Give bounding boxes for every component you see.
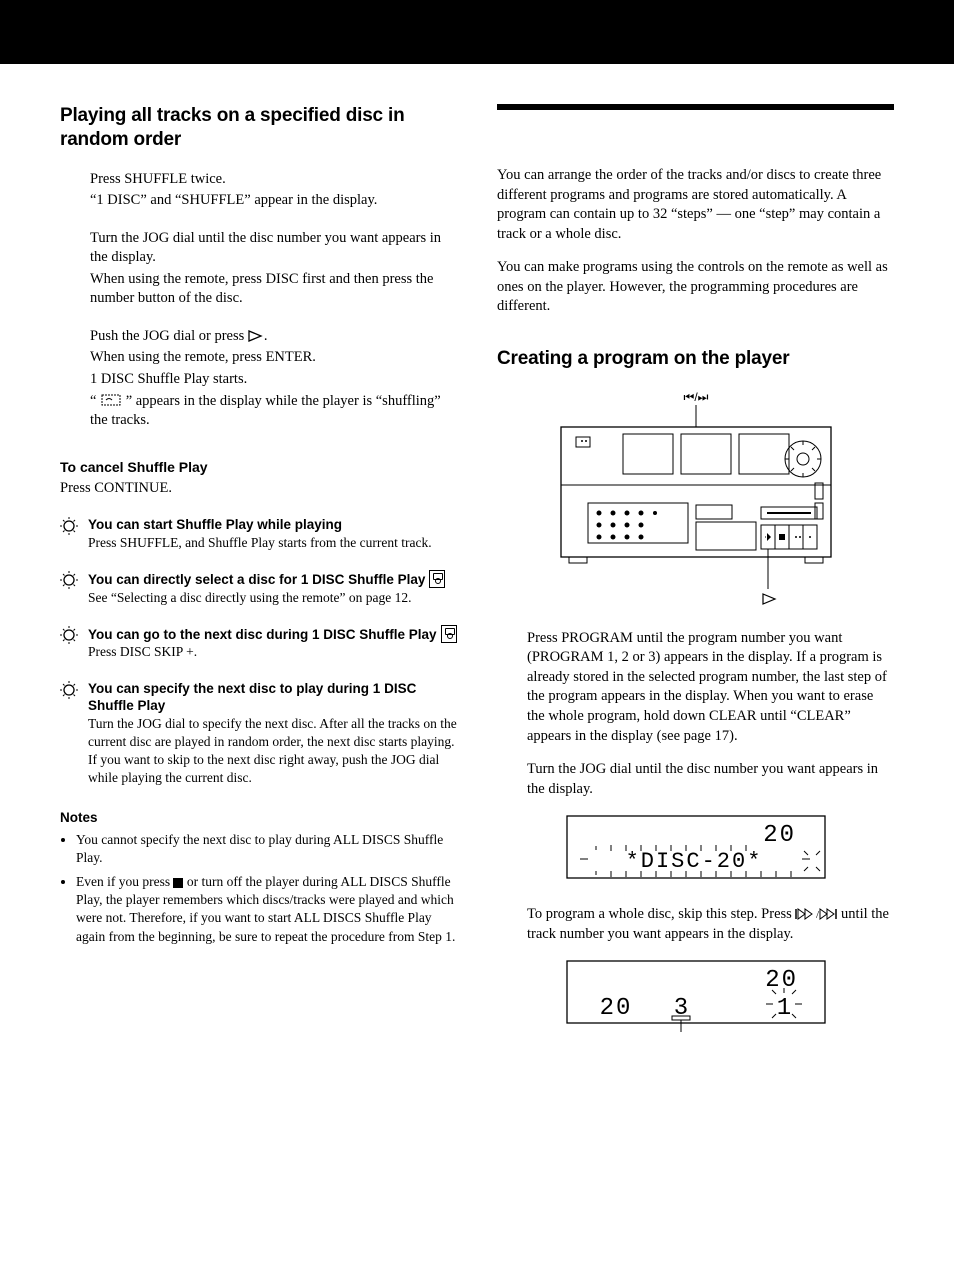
notes-list: You cannot specify the next disc to play… (60, 831, 457, 946)
display1-text: *DISC-20* (625, 849, 762, 874)
right-step-2: Turn the JOG dial until the disc number … (527, 760, 894, 799)
step1-line1: Press SHUFFLE twice. (90, 170, 457, 190)
display2-right-bottom: 1 (776, 995, 790, 1022)
step2-line1: Turn the JOG dial until the disc number … (90, 229, 457, 268)
svg-text:/: / (816, 909, 820, 920)
step1-line2: “1 DISC” and “SHUFFLE” appear in the dis… (90, 191, 457, 211)
note2-pre: Even if you press (76, 874, 173, 889)
display-1-wrap: 20 *DISC-20* (497, 815, 894, 885)
tip4-body: Turn the JOG dial to specify the next di… (88, 715, 457, 788)
diagram-top-label: ⏮/⏭ (683, 390, 708, 404)
section-title-right: Creating a program on the player (497, 347, 894, 371)
tip4-title: You can specify the next disc to play du… (88, 680, 457, 715)
header-bar (0, 0, 954, 64)
stop-icon (173, 878, 183, 888)
lightbulb-icon (60, 516, 80, 552)
step3-post: . (264, 328, 268, 344)
tip3-body: Press DISC SKIP +. (88, 643, 457, 661)
notes-title: Notes (60, 810, 457, 825)
lightbulb-icon (60, 570, 80, 607)
step-2: Turn the JOG dial until the disc number … (90, 229, 457, 309)
step3-pre-r: To program a whole disc, skip this step.… (527, 906, 795, 922)
tip-1: You can start Shuffle Play while playing… (60, 516, 457, 552)
lightbulb-icon (60, 680, 80, 788)
note-2: Even if you press or turn off the player… (76, 873, 457, 946)
tip1-body: Press SHUFFLE, and Shuffle Play starts f… (88, 534, 457, 552)
right-step-3: To program a whole disc, skip this step.… (527, 905, 894, 944)
play-icon (248, 330, 264, 342)
display2-right-top: 20 (765, 967, 798, 994)
lightbulb-icon (60, 625, 80, 662)
tip2-title: You can directly select a disc for 1 DIS… (88, 570, 457, 589)
display-1: 20 *DISC-20* (566, 815, 826, 885)
player-diagram: ⏮/⏭ (541, 389, 851, 609)
section-title-left: Playing all tracks on a specified disc i… (60, 104, 457, 152)
tip-2: You can directly select a disc for 1 DIS… (60, 570, 457, 607)
tip2-title-text: You can directly select a disc for 1 DIS… (88, 572, 425, 587)
note-1: You cannot specify the next disc to play… (76, 831, 457, 867)
player-diagram-wrap: ⏮/⏭ (497, 389, 894, 609)
step3-pre: Push the JOG dial or press (90, 328, 248, 344)
intro-2: You can make programs using the controls… (497, 258, 894, 317)
step3-line1: Push the JOG dial or press . (90, 327, 457, 347)
tip2-body: See “Selecting a disc directly using the… (88, 589, 457, 607)
right-column: You can arrange the order of the tracks … (497, 104, 894, 1054)
left-column: Playing all tracks on a specified disc i… (60, 104, 457, 1054)
cancel-title: To cancel Shuffle Play (60, 459, 457, 475)
main-content: Playing all tracks on a specified disc i… (0, 64, 954, 1054)
step3-line4: “ ” appears in the display while the pla… (90, 392, 457, 431)
shuffle-icon (100, 393, 122, 407)
cancel-body: Press CONTINUE. (60, 479, 457, 499)
prev-next-icon: / (795, 908, 837, 920)
step3-line2: When using the remote, press ENTER. (90, 348, 457, 368)
step-1: Press SHUFFLE twice. “1 DISC” and “SHUFF… (90, 170, 457, 211)
tip3-title: You can go to the next disc during 1 DIS… (88, 625, 457, 644)
tip-4: You can specify the next disc to play du… (60, 680, 457, 788)
remote-icon (441, 625, 457, 643)
display-2-wrap: 20 20 3 1 (497, 960, 894, 1034)
display1-num: 20 (763, 822, 796, 849)
step2-line2: When using the remote, press DISC first … (90, 270, 457, 309)
step3-l4b: ” appears in the display while the playe… (90, 393, 441, 429)
intro-1: You can arrange the order of the tracks … (497, 166, 894, 244)
remote-icon (429, 570, 445, 588)
tip-3: You can go to the next disc during 1 DIS… (60, 625, 457, 662)
divider-bar (497, 104, 894, 110)
step-3: Push the JOG dial or press . When using … (90, 327, 457, 431)
step3-l4a: “ (90, 393, 96, 409)
right-step-1: Press PROGRAM until the program number y… (527, 629, 894, 746)
tip3-title-text: You can go to the next disc during 1 DIS… (88, 627, 437, 642)
display2-mid: 3 (673, 995, 687, 1022)
display2-left: 20 (599, 995, 632, 1022)
step3-line3: 1 DISC Shuffle Play starts. (90, 370, 457, 390)
tip1-title: You can start Shuffle Play while playing (88, 516, 457, 534)
display-2: 20 20 3 1 (566, 960, 826, 1034)
